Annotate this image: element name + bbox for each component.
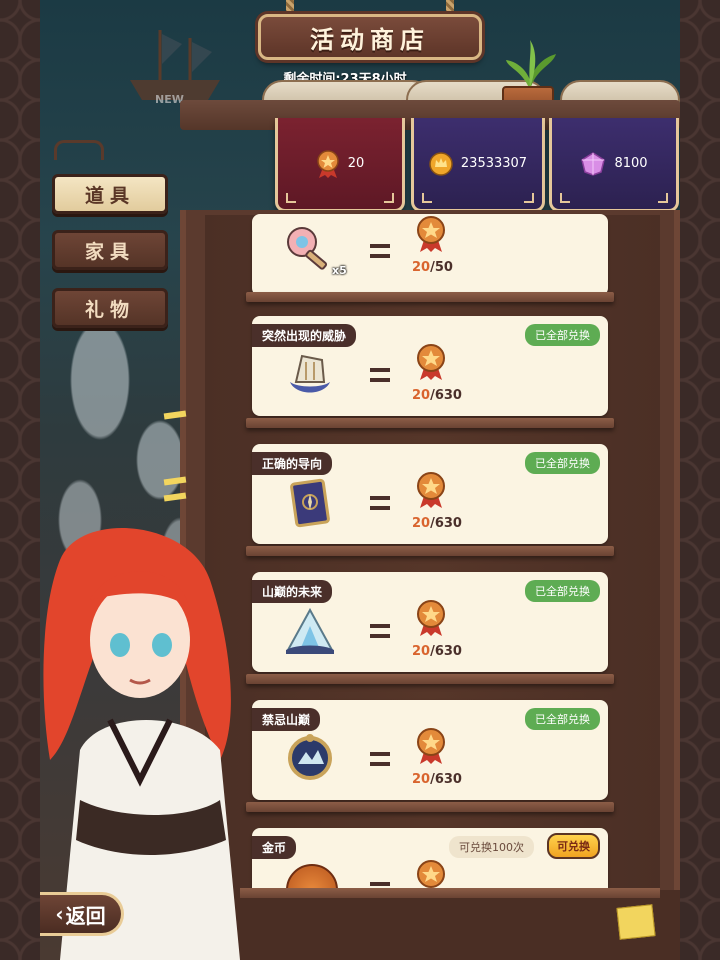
tab-label: 礼物	[84, 298, 135, 321]
cost-current: 20	[412, 772, 431, 787]
shop-item-card[interactable]: 山巅的未来 已全部兑换 20/630	[252, 572, 608, 672]
cost-current: 20	[412, 388, 431, 403]
cost-current: 20	[412, 260, 431, 275]
back-button[interactable]: ‹ 返回	[40, 892, 124, 936]
bottom-bar	[220, 890, 680, 960]
currency-coin-banner: 23533307	[411, 118, 545, 212]
currency-medal-banner: 20	[275, 118, 405, 212]
cost-total: /50	[430, 260, 453, 275]
gold-crown-coin-icon	[429, 151, 453, 176]
back-label: 返回	[65, 903, 106, 928]
banner-corner	[560, 193, 570, 203]
key-icon	[287, 227, 328, 270]
tab-furniture[interactable]: 家具	[52, 230, 168, 270]
ghost-ship-icon	[290, 354, 330, 393]
item-cost: 20/630	[412, 644, 462, 659]
plant-icon	[506, 40, 556, 90]
cost-total: /630	[430, 516, 462, 531]
status-badge: 已全部兑换	[525, 324, 600, 346]
menu-hook	[54, 140, 104, 160]
cost-total: /630	[430, 388, 462, 403]
bronze-medal-icon	[417, 472, 445, 508]
coin-count: 23533307	[460, 156, 528, 171]
shop-item-card[interactable]: 突然出现的威胁 已全部兑换 20/630	[252, 316, 608, 416]
banner-corner	[286, 193, 296, 203]
cost-current: 20	[412, 644, 431, 659]
item-name: 山巅的未来	[252, 580, 333, 603]
equals-sign	[370, 244, 390, 258]
compass-book-icon	[290, 478, 330, 528]
exchange-limit: 可兑换100次	[449, 836, 534, 858]
shelf-board	[246, 802, 614, 812]
equals-sign	[370, 624, 390, 638]
sticky-note-icon[interactable]	[616, 904, 656, 940]
tab-label: 道具	[84, 184, 135, 207]
bronze-medal-icon	[417, 216, 445, 252]
banner-corner	[422, 193, 432, 203]
game-viewport: NEW 活动商店 剩余时间:23天8小时 20 23533307	[40, 0, 680, 960]
ornate-frame-icon	[288, 734, 332, 780]
shop-title-sign: 活动商店	[258, 14, 482, 60]
pink-gem-icon	[581, 151, 606, 176]
status-badge: 已全部兑换	[525, 580, 600, 602]
exchange-button[interactable]: 可兑换	[547, 833, 600, 859]
right-pattern-strip	[680, 0, 720, 960]
equals-sign	[370, 368, 390, 382]
status-badge: 已全部兑换	[525, 708, 600, 730]
shop-item-card[interactable]: 金币 可兑换100次 可兑换	[252, 828, 608, 904]
equals-sign	[370, 496, 390, 510]
item-name: 正确的导向	[252, 452, 333, 475]
gem-count: 8100	[614, 156, 648, 171]
shop-item-card[interactable]: x5 20/50	[252, 214, 608, 296]
equals-sign	[370, 752, 390, 766]
shelf-board	[246, 418, 614, 428]
tab-label: 家具	[84, 240, 135, 263]
bronze-medal-icon	[417, 600, 445, 636]
cost-current: 20	[412, 516, 431, 531]
currency-gem-banner: 8100	[549, 118, 679, 212]
cost-total: /630	[430, 772, 462, 787]
banner-corner	[384, 193, 394, 203]
crystal-mountain-icon	[286, 607, 334, 654]
item-cost: 20/630	[412, 516, 462, 531]
cost-total: /630	[430, 644, 462, 659]
banner-corner	[658, 193, 668, 203]
item-name: 禁忌山巅	[252, 708, 321, 731]
page-title: 活动商店	[310, 25, 430, 54]
status-badge: 已全部兑换	[525, 452, 600, 474]
shop-item-card[interactable]: 禁忌山巅 已全部兑换 20/630	[252, 700, 608, 800]
item-cost: 20/630	[412, 388, 462, 403]
tab-gifts[interactable]: 礼物	[52, 288, 168, 328]
chevron-left-icon: ‹	[55, 902, 64, 926]
shelf-board	[246, 674, 614, 684]
bronze-medal-icon	[316, 149, 339, 178]
shelf-board	[246, 292, 614, 302]
banner-corner	[524, 193, 534, 203]
left-pattern-strip	[0, 0, 40, 960]
shop-item-card[interactable]: 正确的导向 已全部兑换 20/630	[252, 444, 608, 544]
bronze-medal-icon	[417, 728, 445, 764]
shelf-board	[240, 888, 660, 898]
shelf-board	[246, 546, 614, 556]
item-quantity: x5	[332, 264, 347, 277]
medal-count: 20	[347, 156, 365, 171]
tab-items[interactable]: 道具	[52, 174, 168, 214]
item-name: 突然出现的威胁	[252, 324, 357, 347]
item-cost: 20/50	[412, 260, 453, 275]
bronze-medal-icon	[417, 344, 445, 380]
item-cost: 20/630	[412, 772, 462, 787]
